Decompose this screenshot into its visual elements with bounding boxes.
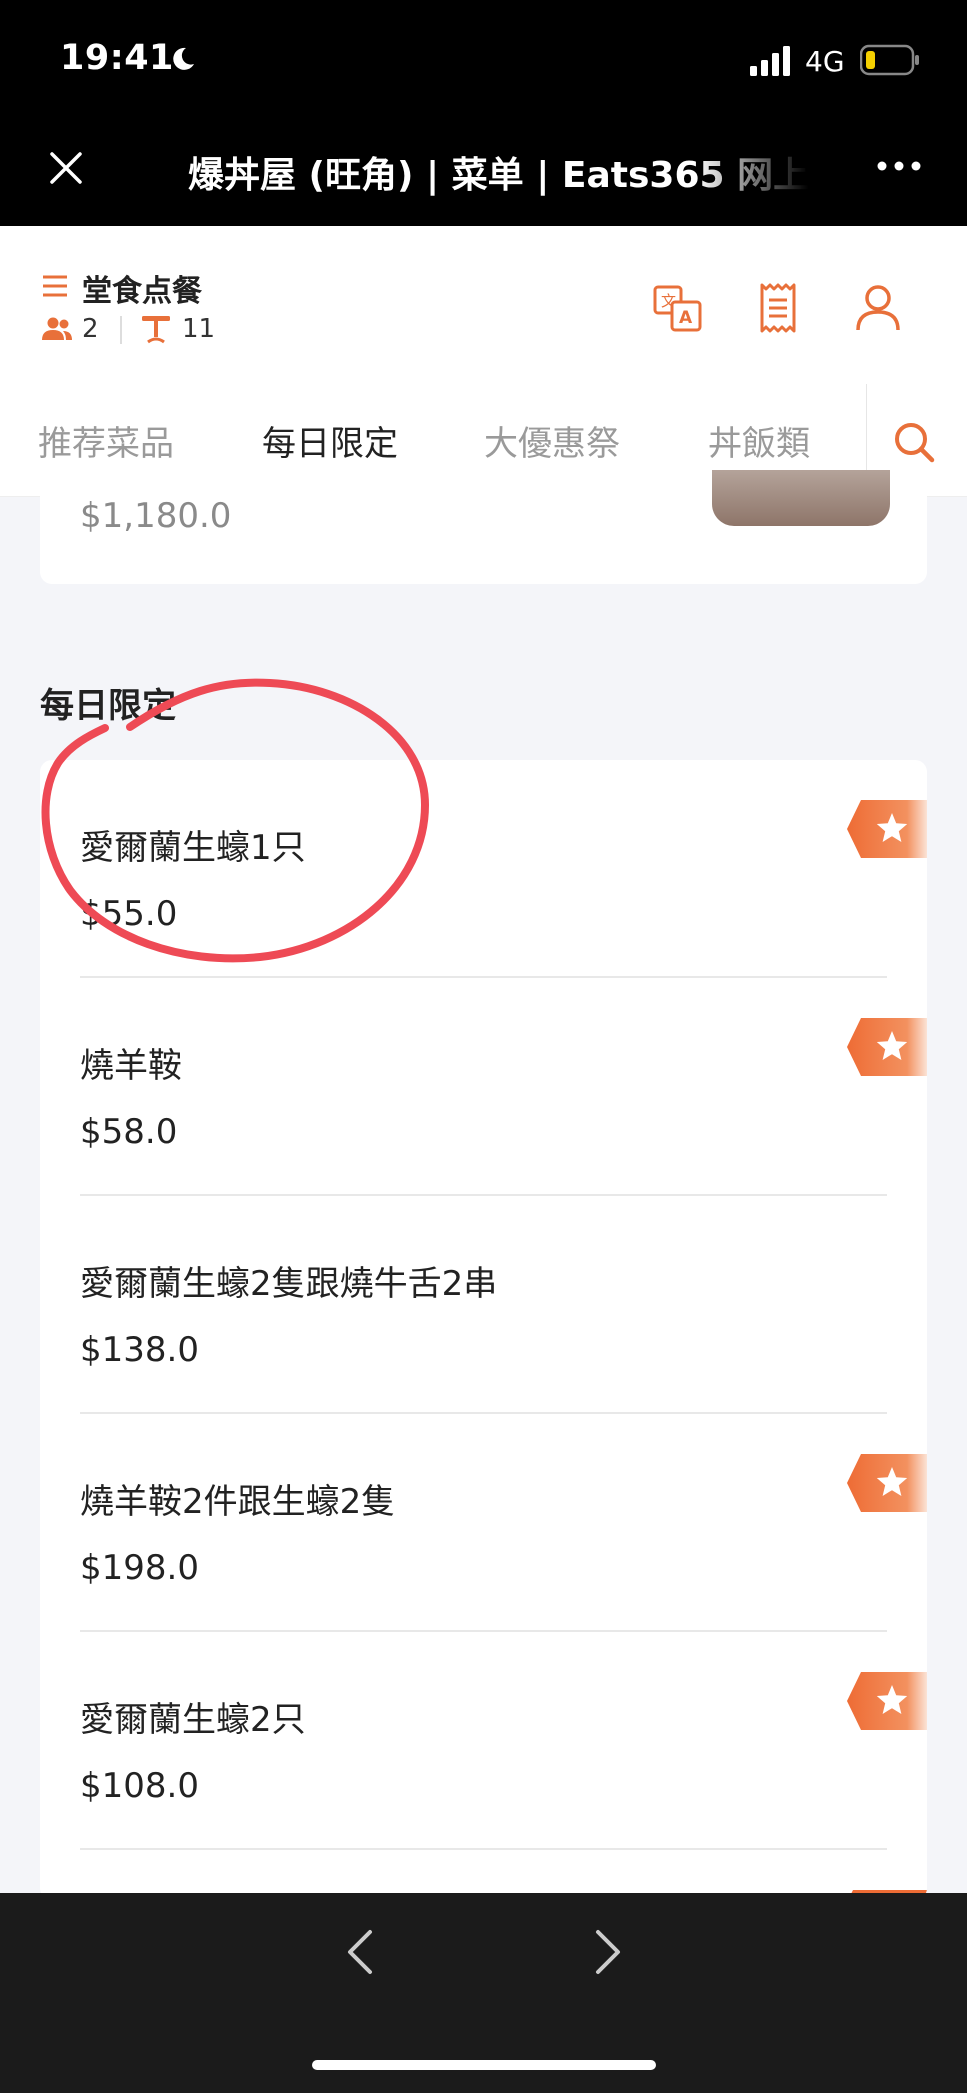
people-count: 2 [82,314,99,344]
tab-recommended[interactable]: 推荐菜品 [38,416,174,465]
item-price: $198.0 [80,1548,199,1588]
table-number: 11 [182,314,216,344]
battery-icon [860,44,919,76]
browser-page-title: 爆丼屋 (旺角) | 菜单 | Eats365 网上 [188,155,808,196]
tab-donburi[interactable]: 丼飯類 [708,416,810,465]
item-price: $108.0 [80,1766,199,1806]
star-icon [847,1454,927,1512]
menu-item[interactable]: 愛爾蘭生蠔2只 $108.0 [40,1632,927,1850]
menu-icon[interactable] [42,274,68,298]
item-name: 愛爾蘭生蠔2隻跟燒牛舌2串 [80,1264,498,1304]
signal-icon [750,46,790,76]
translate-icon[interactable]: 文 A [652,282,704,334]
status-time: 19:41 [60,38,174,78]
item-name: 燒羊鞍2件跟生蠔2隻 [80,1482,396,1522]
receipt-icon[interactable] [752,282,804,334]
item-name: 燒羊鞍 [80,1046,182,1086]
divider [120,316,122,344]
annotation-circle [41,678,430,963]
forward-icon[interactable] [586,1924,630,1980]
item-price: $138.0 [80,1330,199,1370]
tab-big-deals[interactable]: 大優惠祭 [484,416,620,465]
table-icon [142,316,170,344]
divider [80,1848,887,1850]
user-icon[interactable] [852,282,904,334]
close-icon[interactable] [46,148,86,188]
order-mode-title[interactable]: 堂食点餐 [82,266,202,310]
item-price: $58.0 [80,1112,178,1152]
star-icon [847,800,927,858]
search-icon[interactable] [892,420,936,464]
moon-icon [173,47,194,70]
home-indicator[interactable] [312,2060,656,2070]
network-type: 4G [805,45,845,78]
menu-item[interactable]: 燒羊鞍 $58.0 [40,978,927,1196]
top-bar: 19:41 4G 爆丼屋 (旺角) | 菜单 | Eats365 网上 [0,0,967,226]
menu-item[interactable]: 燒羊鞍2件跟生蠔2隻 $198.0 [40,1414,927,1632]
more-icon[interactable] [876,158,922,174]
tab-daily-limited[interactable]: 每日限定 [262,416,398,465]
previous-item-image [712,470,890,526]
menu-item[interactable]: 愛爾蘭生蠔2隻跟燒牛舌2串 $138.0 [40,1196,927,1414]
star-icon [847,1018,927,1076]
item-name: 愛爾蘭生蠔2只 [80,1700,306,1740]
order-header: 堂食点餐 2 11 文 A [0,226,967,384]
people-icon [42,317,72,340]
back-icon[interactable] [338,1924,382,1980]
svg-text:A: A [679,308,693,328]
previous-item-price: $1,180.0 [80,496,232,536]
star-icon [847,1672,927,1730]
